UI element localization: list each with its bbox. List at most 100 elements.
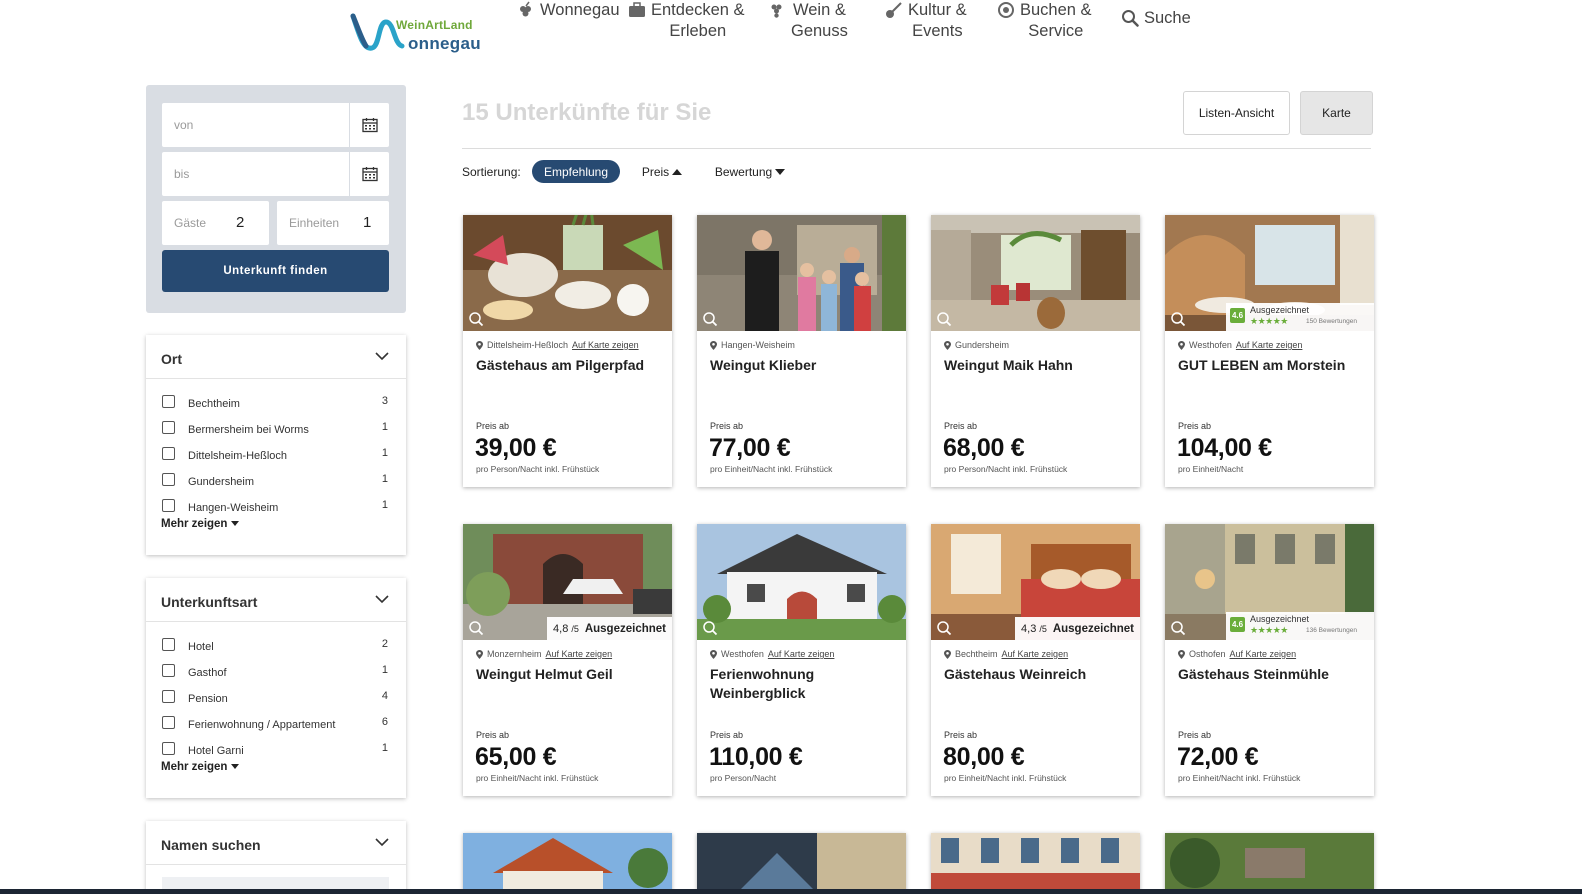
listing-photo[interactable] bbox=[931, 215, 1140, 331]
filter-header-name[interactable]: Namen suchen bbox=[146, 821, 406, 865]
listing-card[interactable]: Hangen-Weisheim Weingut Klieber Preis ab… bbox=[697, 215, 906, 487]
nav-search[interactable]: Suche bbox=[1121, 8, 1191, 29]
award-title: Ausgezeichnet bbox=[1250, 305, 1310, 315]
show-on-map-link[interactable]: Auf Karte zeigen bbox=[1002, 649, 1069, 659]
listing-card[interactable] bbox=[697, 833, 906, 893]
listing-name[interactable]: Gästehaus am Pilgerpfad bbox=[476, 356, 661, 375]
logo-wave-icon bbox=[350, 13, 405, 51]
zoom-icon[interactable] bbox=[936, 620, 952, 636]
listing-card[interactable]: 4,3 /5 Ausgezeichnet Bechtheim Auf Karte… bbox=[931, 524, 1140, 796]
show-on-map-link[interactable]: Auf Karte zeigen bbox=[546, 649, 613, 659]
filter-option[interactable]: Hotel 2 bbox=[146, 632, 406, 658]
checkbox[interactable] bbox=[162, 421, 175, 434]
listing-location-name: Westhofen bbox=[1189, 340, 1232, 350]
date-from-field[interactable]: von bbox=[162, 103, 389, 147]
listing-card[interactable] bbox=[931, 833, 1140, 893]
listing-card[interactable]: Dittelsheim-Heßloch Auf Karte zeigen Gäs… bbox=[463, 215, 672, 487]
price-from-label: Preis ab bbox=[1178, 730, 1212, 740]
zoom-icon[interactable] bbox=[1170, 620, 1186, 636]
listing-name[interactable]: Gästehaus Weinreich bbox=[944, 665, 1129, 684]
show-on-map-link[interactable]: Auf Karte zeigen bbox=[1236, 340, 1303, 350]
filter-option[interactable]: Hotel Garni 1 bbox=[146, 736, 406, 762]
filter-option[interactable]: Dittelsheim-Heßloch 1 bbox=[146, 441, 406, 467]
checkbox[interactable] bbox=[162, 716, 175, 729]
accommodation-search-form: von bis Gäste 2 Einheiten 1 Unterkunft f… bbox=[146, 85, 406, 313]
show-on-map-link[interactable]: Auf Karte zeigen bbox=[768, 649, 835, 659]
checkbox[interactable] bbox=[162, 395, 175, 408]
nav-entdecken[interactable]: Entdecken & Erleben bbox=[628, 0, 745, 42]
show-more-ort-link[interactable]: Mehr zeigen bbox=[161, 518, 240, 530]
nav-wein[interactable]: Wein & Genuss bbox=[768, 0, 848, 42]
listing-location: Osthofen Auf Karte zeigen bbox=[1178, 649, 1296, 659]
zoom-icon[interactable] bbox=[468, 620, 484, 636]
listing-name[interactable]: Weingut Maik Hahn bbox=[944, 356, 1129, 375]
listing-card[interactable]: Gundersheim Weingut Maik Hahn Preis ab 6… bbox=[931, 215, 1140, 487]
listing-card[interactable]: 4,8 /5 Ausgezeichnet Monzernheim Auf Kar… bbox=[463, 524, 672, 796]
units-field[interactable]: Einheiten 1 bbox=[277, 201, 389, 245]
filter-option[interactable]: Bermersheim bei Worms 1 bbox=[146, 415, 406, 441]
listing-photo[interactable]: 4.6 Ausgezeichnet ★★★★★ 136 Bewertungen bbox=[1165, 524, 1374, 640]
checkbox[interactable] bbox=[162, 473, 175, 486]
date-to-field[interactable]: bis bbox=[162, 152, 389, 196]
show-on-map-link[interactable]: Auf Karte zeigen bbox=[1230, 649, 1297, 659]
filter-header-type[interactable]: Unterkunftsart bbox=[146, 578, 406, 622]
listing-photo[interactable] bbox=[463, 215, 672, 331]
star-rating-icon: ★★★★★ bbox=[1250, 625, 1288, 635]
filter-option[interactable]: Hangen-Weisheim 1 bbox=[146, 493, 406, 519]
checkbox[interactable] bbox=[162, 638, 175, 651]
filter-option-count: 4 bbox=[381, 690, 388, 702]
nav-wonnegau[interactable]: Wonnegau bbox=[517, 0, 620, 21]
listing-card[interactable]: 4.6 Ausgezeichnet ★★★★★ 136 Bewertungen … bbox=[1165, 524, 1374, 796]
rating-text: Ausgezeichnet bbox=[1052, 622, 1134, 635]
checkbox[interactable] bbox=[162, 499, 175, 512]
listing-card[interactable] bbox=[1165, 833, 1374, 893]
sort-label: Sortierung: bbox=[462, 165, 521, 179]
listing-name[interactable]: Weingut Klieber bbox=[710, 356, 895, 375]
nav-buchen[interactable]: Buchen & Service bbox=[997, 0, 1092, 42]
find-accommodation-button[interactable]: Unterkunft finden bbox=[162, 250, 389, 292]
listing-name[interactable]: Ferienwohnung Weinbergblick bbox=[710, 665, 895, 703]
nav-kultur[interactable]: Kultur & Events bbox=[885, 0, 967, 42]
checkbox[interactable] bbox=[162, 690, 175, 703]
grapes-icon bbox=[771, 4, 782, 18]
filter-option[interactable]: Gundersheim 1 bbox=[146, 467, 406, 493]
zoom-icon[interactable] bbox=[702, 620, 718, 636]
listing-name[interactable]: Weingut Helmut Geil bbox=[476, 665, 661, 684]
listing-photo[interactable]: 4.6 Ausgezeichnet ★★★★★ 150 Bewertungen bbox=[1165, 215, 1374, 331]
sort-rating-button[interactable]: Bewertung bbox=[706, 160, 794, 183]
listing-name[interactable]: Gästehaus Steinmühle bbox=[1178, 665, 1363, 684]
listing-card[interactable] bbox=[463, 833, 672, 893]
date-to-calendar-button[interactable] bbox=[349, 152, 389, 196]
checkbox[interactable] bbox=[162, 664, 175, 677]
checkbox[interactable] bbox=[162, 447, 175, 460]
site-logo[interactable]: WeinArtLand onnegau bbox=[350, 8, 481, 58]
zoom-icon[interactable] bbox=[702, 311, 718, 327]
listing-photo[interactable]: 4,3 /5 Ausgezeichnet bbox=[931, 524, 1140, 640]
zoom-icon[interactable] bbox=[936, 311, 952, 327]
map-pin-icon bbox=[944, 649, 951, 659]
guests-field[interactable]: Gäste 2 bbox=[162, 201, 269, 245]
listing-photo[interactable] bbox=[697, 524, 906, 640]
show-on-map-link[interactable]: Auf Karte zeigen bbox=[572, 340, 639, 350]
filter-option[interactable]: Ferienwohnung / Appartement 6 bbox=[146, 710, 406, 736]
listing-card[interactable]: 4.6 Ausgezeichnet ★★★★★ 150 Bewertungen … bbox=[1165, 215, 1374, 487]
listing-photo[interactable] bbox=[697, 215, 906, 331]
list-view-button[interactable]: Listen-Ansicht bbox=[1183, 91, 1290, 135]
zoom-icon[interactable] bbox=[468, 311, 484, 327]
filter-option[interactable]: Pension 4 bbox=[146, 684, 406, 710]
sort-price-button[interactable]: Preis bbox=[634, 160, 690, 183]
checkbox[interactable] bbox=[162, 742, 175, 755]
show-more-type-link[interactable]: Mehr zeigen bbox=[161, 761, 240, 773]
award-score: 4.6 bbox=[1230, 308, 1245, 323]
zoom-icon[interactable] bbox=[1170, 311, 1186, 327]
date-from-calendar-button[interactable] bbox=[349, 103, 389, 147]
filter-option[interactable]: Gasthof 1 bbox=[146, 658, 406, 684]
sort-recommendation-button[interactable]: Empfehlung bbox=[532, 160, 620, 183]
listing-name[interactable]: GUT LEBEN am Morstein bbox=[1178, 356, 1363, 375]
listing-card[interactable]: Westhofen Auf Karte zeigen Ferienwohnung… bbox=[697, 524, 906, 796]
listing-photo[interactable]: 4,8 /5 Ausgezeichnet bbox=[463, 524, 672, 640]
filter-option[interactable]: Bechtheim 3 bbox=[146, 389, 406, 415]
nav-label: Kultur & Events bbox=[908, 0, 967, 42]
filter-header-ort[interactable]: Ort bbox=[146, 335, 406, 379]
map-view-button[interactable]: Karte bbox=[1300, 91, 1373, 135]
